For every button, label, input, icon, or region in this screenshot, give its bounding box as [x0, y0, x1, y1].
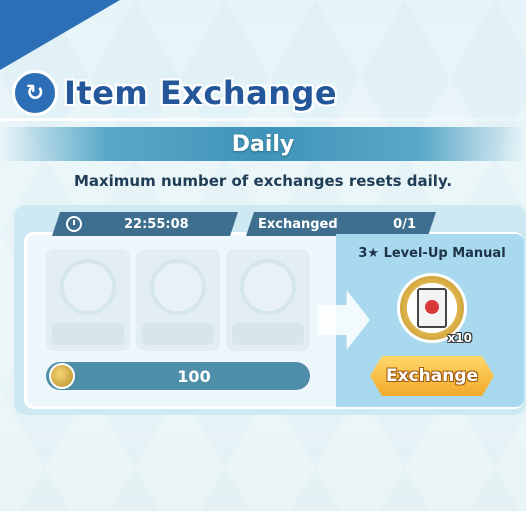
coin-icon — [49, 363, 75, 389]
page-title: Item Exchange — [64, 74, 338, 112]
exchanged-count: 0/1 — [393, 216, 416, 232]
timer-value: 22:55:08 — [124, 216, 189, 232]
empty-slot-ring — [240, 259, 296, 315]
empty-slot-ring — [150, 259, 206, 315]
manual-book-icon — [417, 288, 447, 328]
daily-banner-label: Daily — [231, 131, 295, 157]
empty-slot-ring — [60, 259, 116, 315]
cost-value: 100 — [177, 366, 211, 386]
empty-item-slot — [226, 249, 310, 351]
exchanged-label: Exchanged — [258, 216, 338, 232]
reward-quantity: x10 — [447, 331, 472, 345]
empty-item-slot — [136, 249, 220, 351]
timer-tag: 22:55:08 — [52, 212, 238, 236]
title-underline — [0, 118, 526, 121]
page-header: ↻ Item Exchange — [12, 70, 337, 116]
empty-slot-bar — [142, 323, 214, 345]
exchanged-tag: Exchanged 0/1 — [246, 212, 436, 236]
stopwatch-icon — [66, 216, 82, 232]
daily-banner: Daily — [0, 127, 526, 161]
reward-name: 3★ Level-Up Manual — [358, 246, 506, 261]
exchange-arrows-icon: ↻ — [12, 70, 58, 116]
empty-slot-bar — [52, 323, 124, 345]
empty-item-slot — [46, 249, 130, 351]
empty-slot-bar — [232, 323, 304, 345]
exchange-button[interactable]: Exchange — [370, 356, 494, 396]
reset-info-text: Maximum number of exchanges resets daily… — [73, 172, 453, 190]
